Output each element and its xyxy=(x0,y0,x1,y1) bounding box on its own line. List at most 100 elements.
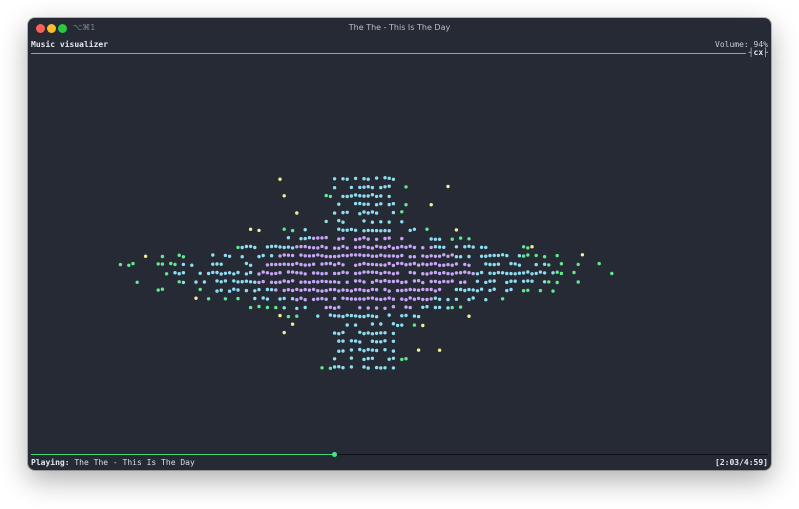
visualizer-dot xyxy=(404,203,408,207)
visualizer-dot xyxy=(156,262,160,266)
visualizer-dot xyxy=(547,263,551,267)
visualizer-dot xyxy=(248,280,253,284)
visualizer-dot xyxy=(500,253,505,257)
visualizer-dot xyxy=(127,263,131,267)
visualizer-dot xyxy=(290,279,295,283)
visualizer-dot xyxy=(479,254,484,258)
progress-handle[interactable] xyxy=(331,452,337,457)
visualizer-dot xyxy=(118,262,123,267)
visualizer-dot xyxy=(194,296,198,300)
visualizer-dot xyxy=(412,323,417,327)
visualizer-dot xyxy=(374,297,379,301)
visualizer-dot xyxy=(458,271,463,275)
visualizer-dot xyxy=(286,270,291,274)
visualizer-dot xyxy=(345,313,349,317)
visualizer-dot xyxy=(362,229,366,233)
visualizer-dot xyxy=(429,245,433,250)
visualizer-dot xyxy=(244,244,249,249)
visualizer-dot xyxy=(324,261,328,266)
visualizer-dot xyxy=(299,280,303,284)
visualizer-dot xyxy=(433,245,438,249)
visualizer-dot xyxy=(374,237,379,241)
visualizer-dot xyxy=(408,270,412,275)
header-tag: ┤cx├ xyxy=(748,48,768,57)
visualizer-dot xyxy=(265,287,270,292)
visualizer-dot xyxy=(492,287,496,291)
visualizer-dot xyxy=(211,270,215,275)
visualizer-dot xyxy=(383,245,387,250)
visualizer-dot xyxy=(227,254,232,258)
visualizer-dot xyxy=(370,270,375,274)
visualizer-dot xyxy=(421,246,425,250)
visualizer-dot xyxy=(400,288,404,293)
visualizer-dot xyxy=(534,271,538,276)
visualizer-dot xyxy=(370,339,375,343)
visualizer-dot xyxy=(387,296,391,300)
visualizer-dot xyxy=(341,288,345,292)
visualizer-dot xyxy=(345,280,349,284)
visualizer-dot xyxy=(496,270,501,275)
visualizer-dot xyxy=(282,306,286,310)
visualizer-dot xyxy=(446,271,450,276)
visualizer-dot xyxy=(391,210,396,215)
visualizer-dot xyxy=(286,253,291,257)
visualizer-dot xyxy=(353,279,358,283)
visualizer-dot xyxy=(169,261,173,266)
visualizer-dot xyxy=(320,279,324,283)
visualizer-dot xyxy=(379,185,383,190)
visualizer-dot xyxy=(429,262,433,266)
visualizer-dot xyxy=(370,220,375,224)
visualizer-dot xyxy=(391,297,396,301)
visualizer-dot xyxy=(345,254,349,258)
visualizer-dot xyxy=(509,261,513,266)
visualizer-dot xyxy=(383,278,387,283)
visualizer-dot xyxy=(467,271,471,275)
visualizer-dot xyxy=(526,253,530,257)
visualizer-dot xyxy=(437,297,442,301)
visualizer-dot xyxy=(358,314,362,319)
visualizer-dot xyxy=(316,253,320,257)
visualizer-dot xyxy=(559,271,564,276)
visualizer-dot xyxy=(181,255,186,259)
visualizer-dot xyxy=(580,253,585,257)
visualizer-dot xyxy=(517,263,522,267)
visualizer-dot xyxy=(395,323,400,328)
visualizer-dot xyxy=(379,366,383,370)
visualizer-dot xyxy=(332,314,337,318)
visualizer-dot xyxy=(362,194,366,198)
visualizer-dot xyxy=(341,194,345,199)
visualizer-dot xyxy=(311,246,316,250)
visualizer-dot xyxy=(349,339,354,343)
visualizer-dot xyxy=(269,244,274,249)
visualizer-dot xyxy=(345,323,349,327)
visualizer-dot xyxy=(269,254,274,258)
visualizer-dot xyxy=(425,287,429,292)
visualizer-dot xyxy=(391,279,396,284)
visualizer-dot xyxy=(404,357,408,361)
visualizer-dot xyxy=(341,177,345,181)
visualizer-dot xyxy=(358,253,362,257)
visualizer-dot xyxy=(362,253,366,258)
visualizer-dot xyxy=(194,280,198,284)
visualizer-dot xyxy=(328,313,333,317)
visualizer-dot xyxy=(320,236,324,240)
visualizer-dot xyxy=(358,330,362,334)
visualizer-dot xyxy=(232,272,236,276)
visualizer-dot xyxy=(391,322,396,326)
visualizer-dot xyxy=(345,288,349,292)
visualizer-dot xyxy=(576,262,580,267)
visualizer-dot xyxy=(353,339,358,343)
visualizer-dot xyxy=(261,296,265,300)
visualizer-dot xyxy=(337,314,341,318)
visualizer-dot xyxy=(307,263,312,267)
visualizer-dot xyxy=(358,271,362,275)
visualizer-dot xyxy=(374,228,379,233)
visualizer-dot xyxy=(391,246,396,250)
visualizer-dot xyxy=(425,272,429,276)
visualizer-dot xyxy=(366,366,370,370)
visualizer-dot xyxy=(429,203,433,207)
visualizer-dot xyxy=(320,289,324,293)
visualizer-dot xyxy=(374,365,379,370)
visualizer-dot xyxy=(282,262,286,266)
visualizer-dot xyxy=(610,271,614,276)
